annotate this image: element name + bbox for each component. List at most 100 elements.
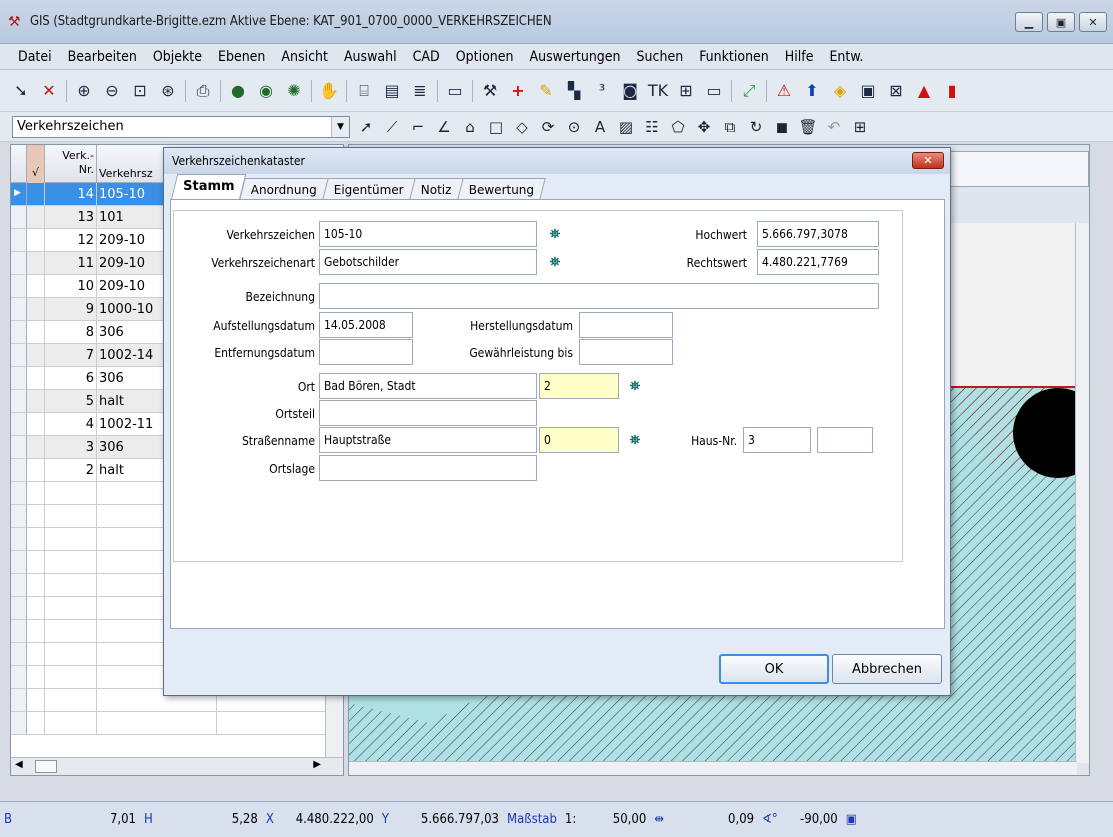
menu-ansicht[interactable]: Ansicht [273,49,336,65]
row-header[interactable] [11,620,27,642]
copy-icon[interactable]: ⧉ [720,117,740,137]
numbering-icon[interactable]: ³ [591,80,613,102]
map-vertical-scrollbar[interactable] [1075,223,1089,763]
tab-bewertung[interactable]: Bewertung [457,178,546,200]
barrier-icon[interactable]: ▮ [941,80,963,102]
trash-icon[interactable]: 🗑 [798,117,818,137]
menu-funktionen[interactable]: Funktionen [691,49,777,65]
zoom-back-icon[interactable]: ⊛ [157,80,179,102]
row-header[interactable] [11,252,27,274]
check-cell[interactable] [27,436,45,458]
entfernungsdatum-field[interactable] [319,339,413,365]
row-header[interactable] [11,643,27,665]
scale-arrows-icon[interactable]: ⇹ [650,812,668,827]
close-window-button[interactable]: ✕ [1079,12,1107,32]
menu-bearbeiten[interactable]: Bearbeiten [60,49,145,65]
check-cell[interactable] [27,344,45,366]
zoom-window-icon[interactable]: ⊡ [129,80,151,102]
row-header[interactable] [11,505,27,527]
ort-code-field[interactable]: 2 [539,373,619,399]
zoom-out-icon[interactable]: ⊖ [101,80,123,102]
arrow-up-sign-icon[interactable]: ⬆ [801,80,823,102]
row-header[interactable] [11,482,27,504]
binoculars-icon[interactable]: ⛯ [623,375,647,397]
house-icon[interactable]: ⌂ [460,117,480,137]
row-header[interactable] [11,275,27,297]
strasse-code-field[interactable]: 0 [539,427,619,453]
binoculars-icon[interactable]: ⛯ [543,223,567,245]
minimize-button[interactable]: ▁ [1015,12,1043,32]
globe-settings-icon[interactable]: ✺ [283,80,305,102]
row-header[interactable] [11,436,27,458]
check-cell[interactable] [27,252,45,274]
layers-icon[interactable]: ▤ [381,80,403,102]
gewaehrleistung-field[interactable] [579,339,673,365]
measure-icon[interactable]: ⌸ [353,80,375,102]
check-cell[interactable] [27,413,45,435]
menu-auswertungen[interactable]: Auswertungen [522,49,629,65]
row-header[interactable] [11,574,27,596]
menu-auswahl[interactable]: Auswahl [336,49,405,65]
layer-select[interactable]: Verkehrszeichen ▼ [12,115,350,138]
row-header[interactable]: ▶ [11,183,27,205]
menu-entw[interactable]: Entw. [821,49,871,65]
row-header[interactable] [11,666,27,688]
check-cell[interactable] [27,643,45,665]
scale-icon[interactable]: ▭ [444,80,466,102]
check-cell[interactable] [27,275,45,297]
row-header[interactable] [11,390,27,412]
verkehrszeichen-field[interactable]: 105-10 [319,221,537,247]
menu-objekte[interactable]: Objekte [145,49,210,65]
col-check[interactable]: √ [27,145,45,183]
text-icon[interactable]: A [590,117,610,137]
menu-suchen[interactable]: Suchen [629,49,692,65]
check-cell[interactable] [27,574,45,596]
ortslage-field[interactable] [319,455,537,481]
check-cell[interactable] [27,183,45,205]
tab-notiz[interactable]: Notiz [409,178,464,200]
check-cell[interactable] [27,689,45,711]
binoculars-icon[interactable]: ⛯ [623,429,647,451]
zoom-in-icon[interactable]: ⊕ [73,80,95,102]
hausnr-zusatz-field[interactable] [817,427,873,453]
check-cell[interactable] [27,620,45,642]
connect-icon[interactable]: ⤢ [738,80,760,102]
checker-icon[interactable]: ▚ [563,80,585,102]
ort-field[interactable]: Bad Bören, Stadt [319,373,537,399]
ortsteil-field[interactable] [319,400,537,426]
globe-refresh-icon[interactable]: ◉ [255,80,277,102]
tools-icon[interactable]: ⚒ [479,80,501,102]
check-cell[interactable] [27,390,45,412]
maximize-button[interactable]: ▣ [1047,12,1075,32]
row-header[interactable] [11,344,27,366]
undo-icon[interactable]: ↶ [824,117,844,137]
polyline-icon[interactable]: ⌐ [408,117,428,137]
crosshair-icon[interactable]: + [507,80,529,102]
row-header[interactable] [11,551,27,573]
image-icon[interactable]: ▨ [616,117,636,137]
aufstellungsdatum-field[interactable]: 14.05.2008 [319,312,413,338]
check-cell[interactable] [27,666,45,688]
check-cell[interactable] [27,551,45,573]
check-cell[interactable] [27,505,45,527]
menu-hilfe[interactable]: Hilfe [777,49,822,65]
row-header[interactable] [11,229,27,251]
diamond-icon[interactable]: ◇ [512,117,532,137]
check-cell[interactable] [27,712,45,734]
check-cell[interactable] [27,597,45,619]
ok-button[interactable]: OK [719,654,829,684]
check-cell[interactable] [27,298,45,320]
tab-eigentuemer[interactable]: Eigentümer [322,178,416,200]
spiral-icon[interactable]: ⟳ [538,117,558,137]
angle-icon[interactable]: ∠ [434,117,454,137]
cone-icon[interactable]: ▲ [913,80,935,102]
status-scale-value[interactable]: 50,00 [580,812,650,827]
rectangle-icon[interactable]: □ [486,117,506,137]
check-cell[interactable] [27,229,45,251]
row-header[interactable] [11,597,27,619]
check-cell[interactable] [27,367,45,389]
check-cell[interactable] [27,459,45,481]
abbrechen-button[interactable]: Abbrechen [832,654,942,684]
tk-icon[interactable]: TK [647,80,669,102]
row-header[interactable] [11,321,27,343]
